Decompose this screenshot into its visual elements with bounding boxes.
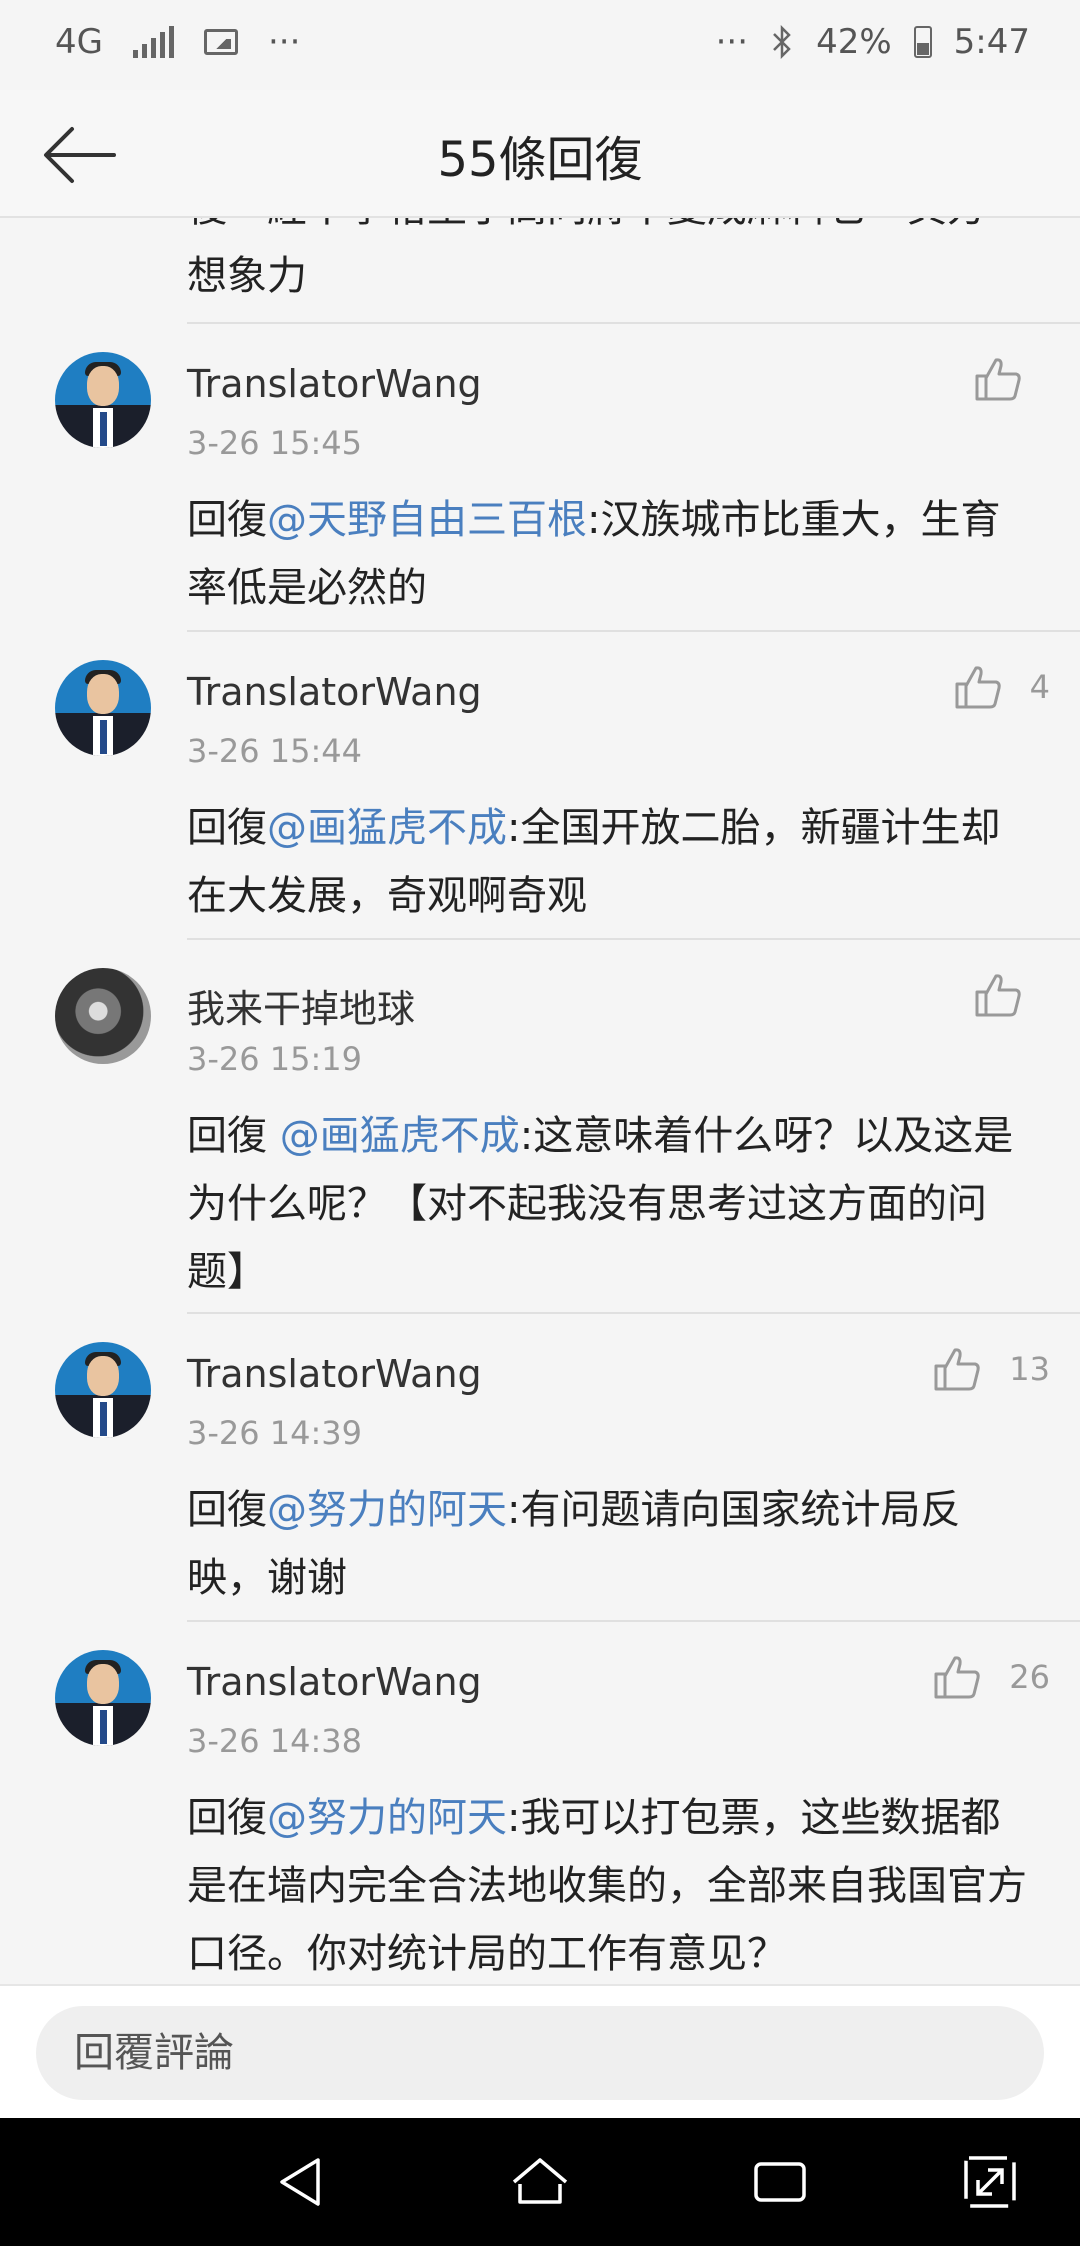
battery-percent: 42% — [816, 22, 892, 62]
page-title: 55條回復 — [437, 132, 643, 188]
signal-icon — [132, 26, 174, 58]
network-indicator: 4G — [55, 22, 103, 62]
comment-time: 3-26 15:44 — [187, 732, 363, 770]
comment-text: 回復@努力的阿天:我可以打包票，这些数据都是在墙内完全合法地收集的，全部来自我国… — [187, 1795, 1027, 1977]
app-header: 55條回復 — [0, 90, 1080, 218]
thumbs-up-icon — [934, 1348, 980, 1391]
comment-text: 回復@天野自由三百根:汉族城市比重大，生育率低是必然的 — [187, 497, 1001, 611]
comment-text: 回復 @画猛虎不成:这意味着什么呀？以及这是为什么呢？【对不起我没有思考过这方面… — [187, 1113, 1014, 1295]
nav-recents-icon[interactable] — [748, 2150, 812, 2214]
comment-username[interactable]: TranslatorWang — [187, 670, 482, 714]
like-button[interactable]: 26 — [933, 1654, 1050, 1700]
comment-text: 回復@画猛虎不成:全国开放二胎，新疆计生却在大发展，奇观啊奇观 — [187, 805, 1001, 919]
avatar[interactable] — [55, 660, 151, 756]
bluetooth-icon — [773, 25, 791, 59]
thumbs-up-icon — [934, 1656, 980, 1699]
comment-username[interactable]: TranslatorWang — [187, 1352, 482, 1396]
clock: 5:47 — [953, 22, 1030, 62]
like-button[interactable] — [974, 972, 1050, 1018]
reply-bar: 回覆評論 — [0, 1984, 1080, 2118]
comment-username[interactable]: TranslatorWang — [187, 1660, 482, 1704]
avatar[interactable] — [55, 968, 151, 1064]
comment-text: 回復@努力的阿天:有问题请向国家统计局反映，谢谢 — [187, 1487, 961, 1601]
comment-username[interactable]: TranslatorWang — [187, 362, 482, 406]
comment-item[interactable]: TranslatorWang 3-26 14:38 26 回復@努力的阿天:我可… — [0, 1622, 1080, 1984]
like-count: 4 — [1029, 668, 1050, 706]
nav-back-icon[interactable] — [270, 2150, 334, 2214]
reply-input[interactable]: 回覆評論 — [36, 2006, 1044, 2100]
comment-item[interactable]: 我来干掉地球 3-26 15:19 回復 @画猛虎不成:这意味着什么呀？以及这是… — [0, 940, 1080, 1314]
comment-item[interactable]: TranslatorWang 3-26 15:44 4 回復@画猛虎不成:全国开… — [0, 632, 1080, 938]
mention-link[interactable]: @努力的阿天 — [267, 1795, 507, 1841]
avatar[interactable] — [55, 1650, 151, 1746]
battery-icon — [913, 26, 932, 58]
mention-link[interactable]: @努力的阿天 — [267, 1487, 507, 1533]
more-notifications-icon: ··· — [267, 22, 301, 62]
comment-username[interactable]: 我来干掉地球 — [187, 978, 415, 1033]
thumbs-up-icon — [955, 666, 1001, 709]
like-count: 26 — [1009, 1658, 1050, 1696]
thumbs-up-icon — [975, 974, 1021, 1017]
comment-time: 3-26 15:19 — [187, 1040, 363, 1078]
partial-comment-text: 復一經中季格生于高同將中變成麻料它一頁方 想象力 — [187, 218, 987, 299]
like-button[interactable]: 4 — [954, 664, 1050, 710]
nav-home-icon[interactable] — [508, 2150, 572, 2214]
more-status-icon: ··· — [715, 22, 749, 62]
comment-item[interactable]: TranslatorWang 3-26 15:45 回復@天野自由三百根:汉族城… — [0, 324, 1080, 630]
mention-link[interactable]: @画猛虎不成 — [280, 1113, 520, 1159]
comment-time: 3-26 15:45 — [187, 424, 363, 462]
nav-expand-icon[interactable] — [958, 2150, 1022, 2214]
like-count: 13 — [1009, 1350, 1050, 1388]
thumbs-up-icon — [975, 358, 1021, 401]
status-bar: 4G ··· ··· 42% 5:47 — [0, 0, 1080, 90]
avatar[interactable] — [55, 352, 151, 448]
comment-time: 3-26 14:38 — [187, 1722, 363, 1760]
avatar[interactable] — [55, 1342, 151, 1438]
mention-link[interactable]: @画猛虎不成 — [267, 805, 507, 851]
comment-item[interactable]: TranslatorWang 3-26 14:39 13 回復@努力的阿天:有问… — [0, 1314, 1080, 1620]
comment-list[interactable]: 復一經中季格生于高同將中變成麻料它一頁方 想象力 TranslatorWang … — [0, 218, 1080, 1984]
system-nav-bar — [0, 2118, 1080, 2246]
like-button[interactable] — [974, 356, 1050, 402]
comment-time: 3-26 14:39 — [187, 1414, 363, 1452]
mention-link[interactable]: @天野自由三百根 — [267, 497, 587, 543]
image-notification-icon — [203, 29, 238, 55]
like-button[interactable]: 13 — [933, 1346, 1050, 1392]
